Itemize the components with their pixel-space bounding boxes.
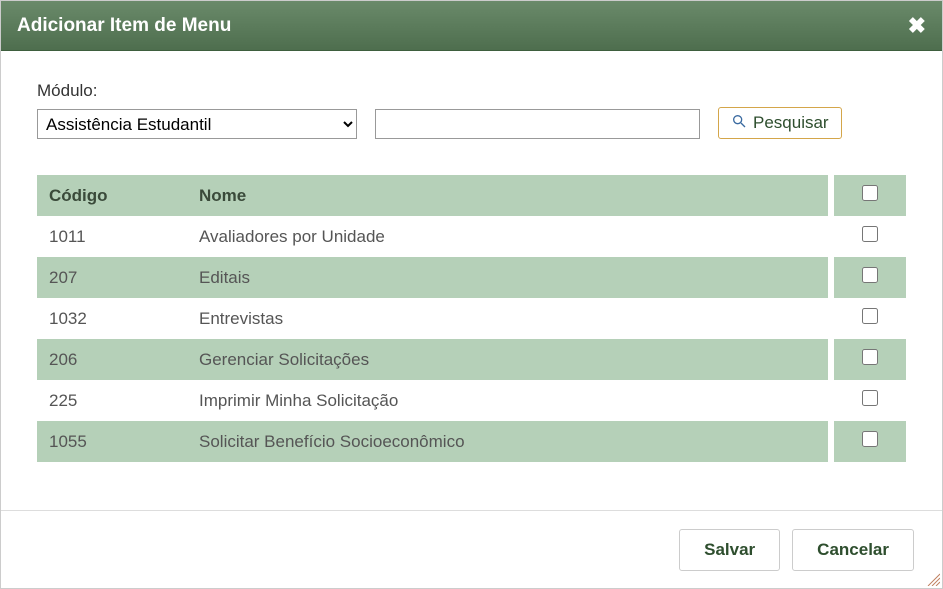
row-checkbox[interactable] bbox=[862, 390, 878, 406]
search-form-row: Módulo: Assistência Estudantil Pesquisar bbox=[37, 81, 906, 139]
table-row: 225Imprimir Minha Solicitação bbox=[37, 380, 906, 421]
modulo-select[interactable]: Assistência Estudantil bbox=[37, 109, 357, 139]
row-checkbox[interactable] bbox=[862, 226, 878, 242]
modulo-label: Módulo: bbox=[37, 81, 357, 101]
row-checkbox[interactable] bbox=[862, 267, 878, 283]
titlebar: Adicionar Item de Menu ✖ bbox=[1, 1, 942, 51]
content-area: Módulo: Assistência Estudantil Pesquisar bbox=[1, 51, 942, 485]
cell-check bbox=[834, 257, 906, 298]
th-codigo: Código bbox=[37, 175, 187, 216]
pesquisar-button[interactable]: Pesquisar bbox=[718, 107, 842, 139]
cell-nome: Avaliadores por Unidade bbox=[187, 216, 828, 257]
cell-codigo: 1032 bbox=[37, 298, 187, 339]
table-row: 1011Avaliadores por Unidade bbox=[37, 216, 906, 257]
cell-codigo: 206 bbox=[37, 339, 187, 380]
table-row: 207Editais bbox=[37, 257, 906, 298]
modal-dialog: Adicionar Item de Menu ✖ Módulo: Assistê… bbox=[0, 0, 943, 589]
cell-nome: Entrevistas bbox=[187, 298, 828, 339]
results-table: Código Nome 1011Avaliadores por Unidade2… bbox=[37, 175, 906, 462]
table-header-row: Código Nome bbox=[37, 175, 906, 216]
cell-check bbox=[834, 339, 906, 380]
resize-grip-icon[interactable] bbox=[926, 572, 940, 586]
table-row: 1032Entrevistas bbox=[37, 298, 906, 339]
cell-codigo: 225 bbox=[37, 380, 187, 421]
cell-nome: Gerenciar Solicitações bbox=[187, 339, 828, 380]
search-input[interactable] bbox=[375, 109, 700, 139]
pesquisar-label: Pesquisar bbox=[753, 113, 829, 133]
cell-check bbox=[834, 380, 906, 421]
cell-codigo: 1011 bbox=[37, 216, 187, 257]
table-row: 206Gerenciar Solicitações bbox=[37, 339, 906, 380]
modal-footer: Salvar Cancelar bbox=[1, 510, 942, 588]
cell-codigo: 207 bbox=[37, 257, 187, 298]
row-checkbox[interactable] bbox=[862, 431, 878, 447]
salvar-button[interactable]: Salvar bbox=[679, 529, 780, 571]
th-nome: Nome bbox=[187, 175, 828, 216]
select-all-checkbox[interactable] bbox=[862, 185, 878, 201]
modal-title: Adicionar Item de Menu bbox=[17, 15, 231, 37]
close-icon[interactable]: ✖ bbox=[908, 13, 926, 39]
cell-check bbox=[834, 216, 906, 257]
cell-nome: Imprimir Minha Solicitação bbox=[187, 380, 828, 421]
cell-codigo: 1055 bbox=[37, 421, 187, 462]
modulo-field: Módulo: Assistência Estudantil bbox=[37, 81, 357, 139]
cell-check bbox=[834, 421, 906, 462]
table-row: 1055Solicitar Benefício Socioeconômico bbox=[37, 421, 906, 462]
th-select-all bbox=[834, 175, 906, 216]
cancelar-button[interactable]: Cancelar bbox=[792, 529, 914, 571]
row-checkbox[interactable] bbox=[862, 308, 878, 324]
cell-check bbox=[834, 298, 906, 339]
search-icon bbox=[731, 113, 747, 134]
cell-nome: Editais bbox=[187, 257, 828, 298]
cell-nome: Solicitar Benefício Socioeconômico bbox=[187, 421, 828, 462]
table-body: 1011Avaliadores por Unidade207Editais103… bbox=[37, 216, 906, 462]
row-checkbox[interactable] bbox=[862, 349, 878, 365]
